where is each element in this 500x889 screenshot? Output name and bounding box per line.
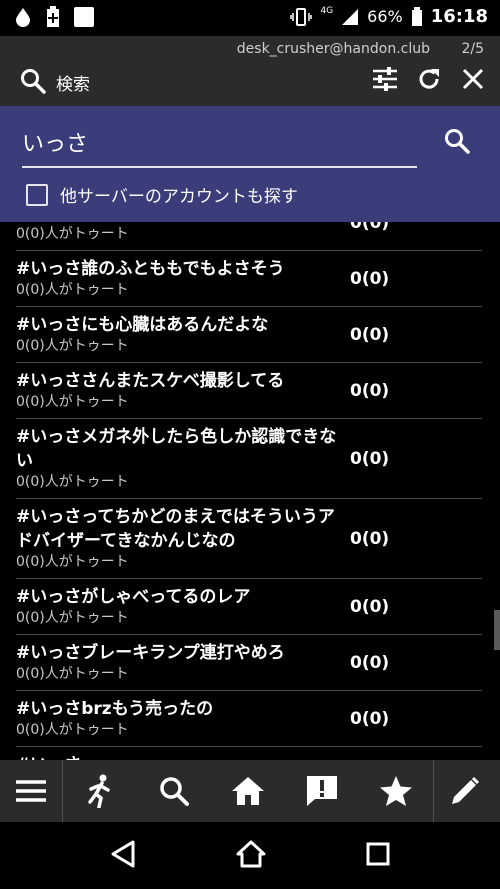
hashtag-usage: 0(0)人がトゥート	[16, 474, 129, 490]
sliders-icon	[373, 67, 397, 91]
home-system-button[interactable]	[236, 840, 266, 872]
hashtag-name: #いっさにも心臓はあるんだよな	[16, 315, 269, 335]
hashtag-usage: 0(0)人がトゥート	[16, 666, 129, 682]
running-person-button[interactable]	[63, 760, 137, 822]
other-servers-option[interactable]: 他サーバーのアカウントも探す	[26, 182, 298, 207]
hashtag-count: 0(0)	[350, 528, 390, 549]
column-title: 検索	[56, 75, 90, 95]
system-nav	[0, 822, 500, 889]
hashtag-name: #いっさメガネ外したら色しか認識できない	[16, 427, 337, 471]
hashtag-usage: 0(0)人がトゥート	[16, 226, 129, 242]
notifications-button[interactable]	[285, 760, 359, 822]
list-item[interactable]: #いっささんまたスケベ撮影してる 0(0)人がトゥート 0(0)	[16, 362, 482, 418]
search-nav-button[interactable]	[137, 760, 211, 822]
square-icon	[74, 7, 94, 27]
other-servers-checkbox[interactable]	[26, 183, 48, 206]
refresh-button[interactable]	[416, 66, 442, 92]
hashtag-count: 0(0)	[350, 448, 390, 469]
battery-plus-icon	[46, 6, 60, 28]
list-item[interactable]: #いっさメガネ外したら色しか認識できない 0(0)人がトゥート 0(0)	[16, 418, 482, 498]
running-person-icon	[88, 774, 110, 808]
back-triangle-icon	[111, 840, 135, 867]
battery-icon	[411, 6, 423, 27]
edit-icon	[452, 776, 480, 804]
hashtag-name: #いっさブレーキランプ連打やめろ	[16, 643, 285, 663]
list-item[interactable]: #いっさがしゃべってるのレア 0(0)人がトゥート 0(0)	[16, 578, 482, 634]
hashtag-name: #いっさ誰のふとももでもよさそう	[16, 259, 285, 279]
menu-button[interactable]	[0, 760, 62, 822]
close-icon	[462, 68, 484, 90]
recents-button[interactable]	[366, 842, 390, 870]
app-header: desk_crusher@handon.club 2/5 検索	[0, 36, 500, 106]
list-item[interactable]: #いっさ...0(0)人がトゥート0(0)	[16, 222, 482, 250]
search-icon	[160, 777, 189, 806]
close-button[interactable]	[460, 66, 486, 92]
hashtag-name: #いっさってちかどのまえではそういうアドバイザーてきなかんじなの	[16, 507, 335, 551]
status-bar: 4G 66% 16:18	[0, 0, 500, 36]
battery-percent: 66%	[367, 7, 403, 26]
bottom-nav	[0, 760, 500, 822]
hashtag-count: 0(0)	[350, 324, 390, 345]
list-item[interactable]: #いっさbrzもう売ったの 0(0)人がトゥート 0(0)	[16, 690, 482, 746]
search-submit-button[interactable]	[444, 128, 470, 158]
hashtag-count: 0(0)	[350, 708, 390, 729]
list-item[interactable]: #いっさってちかどのまえではそういうアドバイザーてきなかんじなの 0(0)人がトゥ…	[16, 498, 482, 578]
search-input[interactable]	[22, 120, 417, 164]
hashtag-results-list[interactable]: #いっさ...0(0)人がトゥート0(0)#いっさ誰のふとももでもよさそう0(0…	[0, 222, 500, 760]
search-field	[22, 120, 417, 168]
other-servers-label: 他サーバーのアカウントも探す	[60, 187, 298, 207]
hashtag-count: 0(0)	[350, 268, 390, 289]
notification-icon	[307, 776, 337, 806]
home-outline-icon	[236, 840, 266, 867]
compose-button[interactable]	[434, 760, 496, 822]
menu-icon	[16, 780, 46, 802]
column-counter: 2/5	[461, 41, 484, 57]
vibrate-icon	[290, 7, 313, 27]
hashtag-count: 0(0)	[350, 596, 390, 617]
hashtag-name: #いっささんまたスケベ撮影してる	[16, 371, 285, 391]
list-item[interactable]: #いっさブレーキランプ連打やめろ 0(0)人がトゥート 0(0)	[16, 634, 482, 690]
hashtag-name: #いっさbrzもう売ったの	[16, 699, 214, 719]
favourites-button[interactable]	[359, 760, 433, 822]
network-type: 4G	[320, 5, 334, 16]
list-item[interactable]: #いっさにも心臓はあるんだよな 0(0)人がトゥート 0(0)	[16, 306, 482, 362]
hashtag-name: #いっさ...	[16, 753, 341, 760]
recents-square-icon	[366, 842, 390, 865]
hashtag-count: 0(0)	[350, 652, 390, 673]
scrollbar[interactable]	[494, 610, 500, 650]
hashtag-usage: 0(0)人がトゥート	[16, 394, 129, 410]
clock: 16:18	[430, 6, 488, 27]
hashtag-usage: 0(0)人がトゥート	[16, 610, 129, 626]
search-panel: 他サーバーのアカウントも探す	[0, 106, 500, 222]
hashtag-count: 0(0)	[350, 222, 390, 233]
account-name: desk_crusher@handon.club	[236, 41, 430, 57]
home-icon	[232, 777, 264, 805]
home-button[interactable]	[211, 760, 285, 822]
list-item[interactable]: #いっさ誰のふとももでもよさそう 0(0)人がトゥート 0(0)	[16, 250, 482, 306]
settings-button[interactable]	[372, 66, 398, 92]
star-icon	[380, 776, 412, 806]
search-icon	[445, 129, 470, 154]
drop-icon	[14, 7, 32, 27]
hashtag-usage: 0(0)人がトゥート	[16, 554, 129, 570]
back-button[interactable]	[110, 840, 136, 872]
hashtag-count: 0(0)	[350, 380, 390, 401]
hashtag-usage: 0(0)人がトゥート	[16, 282, 129, 298]
hashtag-name: #いっさがしゃべってるのレア	[16, 587, 251, 607]
list-item[interactable]: #いっさ...0(0)人がトゥート0(0)	[16, 746, 482, 760]
search-icon	[20, 68, 46, 98]
signal-icon	[341, 8, 359, 26]
hashtag-usage: 0(0)人がトゥート	[16, 338, 129, 354]
refresh-icon	[419, 69, 439, 89]
hashtag-usage: 0(0)人がトゥート	[16, 722, 129, 738]
